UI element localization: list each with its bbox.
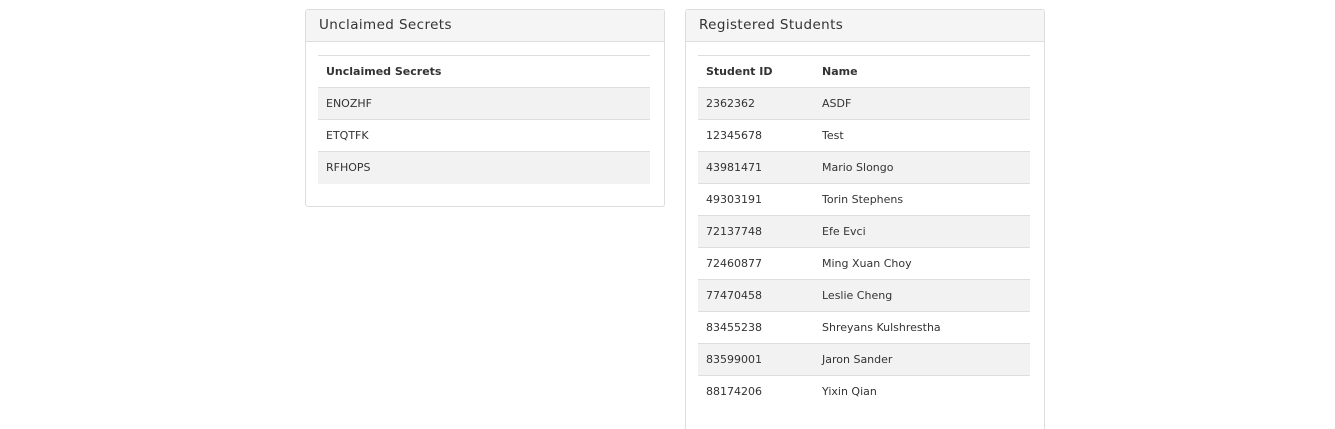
student-id-cell: 88174206 bbox=[706, 385, 762, 399]
table-row: ENOZHF bbox=[318, 87, 650, 120]
student-name-cell: Yixin Qian bbox=[822, 385, 877, 399]
student-name-cell: Shreyans Kulshrestha bbox=[814, 311, 1030, 344]
secret-code-cell: ETQTFK bbox=[318, 119, 650, 152]
student-name-cell: Ming Xuan Choy bbox=[814, 247, 1030, 280]
table-row: 83599001 Jaron Sander bbox=[698, 343, 1030, 376]
student-id-cell: 12345678 bbox=[698, 119, 814, 152]
student-id-cell: 72460877 bbox=[698, 247, 814, 280]
table-row: 77470458 Leslie Cheng bbox=[698, 279, 1030, 312]
unclaimed-secrets-table: Unclaimed Secrets ENOZHF ETQTFK RFHOPS bbox=[318, 55, 650, 184]
unclaimed-secrets-panel: Unclaimed Secrets Unclaimed Secrets ENOZ… bbox=[305, 9, 665, 207]
table-row: 88174206 Yixin Qian bbox=[698, 376, 1030, 408]
student-name-cell: Leslie Cheng bbox=[814, 279, 1030, 312]
table-row: 2362362 ASDF bbox=[698, 87, 1030, 120]
table-row: RFHOPS bbox=[318, 151, 650, 184]
column-header-unclaimed-secrets: Unclaimed Secrets bbox=[318, 55, 650, 88]
student-id-cell: 72137748 bbox=[698, 215, 814, 248]
registered-students-panel-body: Student ID Name 2362362 ASDF 12345678 Te… bbox=[686, 42, 1044, 408]
student-name-cell: Torin Stephens bbox=[814, 183, 1030, 216]
secret-code-cell: RFHOPS bbox=[318, 151, 650, 184]
student-name-cell: Efe Evci bbox=[814, 215, 1030, 248]
secret-code-cell: ENOZHF bbox=[318, 87, 650, 120]
registered-students-panel-title: Registered Students bbox=[686, 10, 1044, 42]
table-row: 43981471 Mario Slongo bbox=[698, 151, 1030, 184]
student-id-cell: 2362362 bbox=[698, 87, 814, 120]
registered-students-panel: Registered Students Student ID Name 2362… bbox=[685, 9, 1045, 429]
table-row: 12345678 Test bbox=[698, 119, 1030, 152]
table-row: ETQTFK bbox=[318, 119, 650, 152]
table-row: 72137748 Efe Evci bbox=[698, 215, 1030, 248]
student-id-cell: 49303191 bbox=[698, 183, 814, 216]
student-name-cell: Jaron Sander bbox=[814, 343, 1030, 376]
student-id-cell: 83599001 bbox=[698, 343, 814, 376]
column-header-student-id: Student ID bbox=[698, 55, 814, 88]
table-header-row: Unclaimed Secrets bbox=[318, 55, 650, 88]
table-header-row: Student ID Name bbox=[698, 55, 1030, 88]
student-name-cell: ASDF bbox=[814, 87, 1030, 120]
student-id-cell: 83455238 bbox=[698, 311, 814, 344]
column-header-name: Name bbox=[814, 55, 1030, 88]
registered-students-table: Student ID Name 2362362 ASDF 12345678 Te… bbox=[698, 55, 1030, 408]
student-name-cell: Mario Slongo bbox=[814, 151, 1030, 184]
student-name-cell: Test bbox=[814, 119, 1030, 152]
unclaimed-secrets-panel-body: Unclaimed Secrets ENOZHF ETQTFK RFHOPS bbox=[306, 42, 664, 184]
table-row: 49303191 Torin Stephens bbox=[698, 183, 1030, 216]
unclaimed-secrets-panel-title: Unclaimed Secrets bbox=[306, 10, 664, 42]
table-row: 83455238 Shreyans Kulshrestha bbox=[698, 311, 1030, 344]
table-row: 72460877 Ming Xuan Choy bbox=[698, 247, 1030, 280]
student-id-cell: 77470458 bbox=[698, 279, 814, 312]
student-id-cell: 43981471 bbox=[698, 151, 814, 184]
